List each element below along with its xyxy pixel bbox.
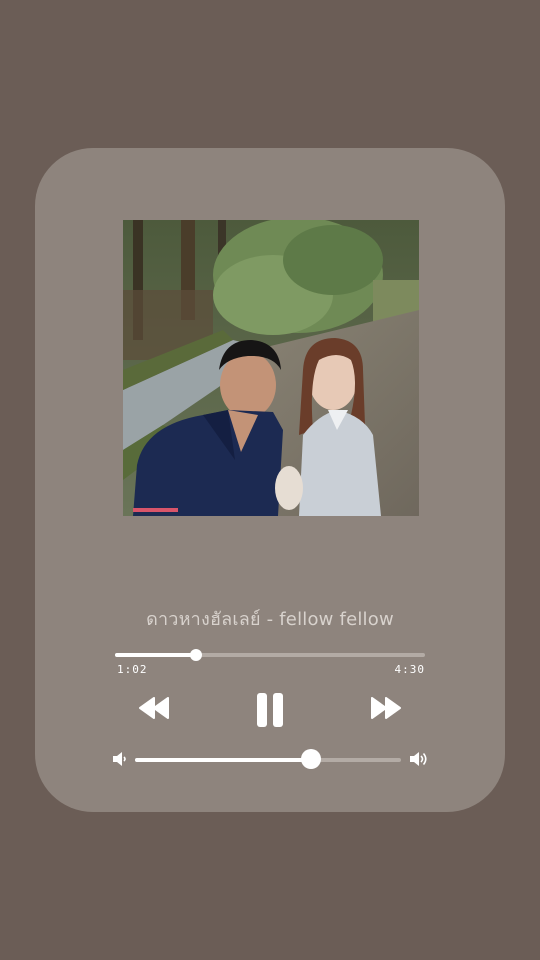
fast-forward-button[interactable] [370, 697, 402, 719]
volume-slider[interactable] [135, 749, 401, 769]
volume-high-icon[interactable] [408, 750, 430, 772]
pause-button[interactable] [256, 692, 284, 728]
music-player-card: ดาวหางฮัลเลย์ - fellow fellow 1:02 4:30 [35, 148, 505, 812]
rewind-icon [139, 697, 169, 719]
song-title: ดาวหางฮัลเลย์ - fellow fellow [146, 609, 394, 630]
fast-forward-icon [371, 697, 401, 719]
album-art-photo [123, 220, 419, 516]
pause-icon [257, 693, 283, 727]
elapsed-time: 1:02 [117, 663, 148, 676]
volume-thumb[interactable] [300, 749, 321, 769]
album-art [123, 220, 419, 516]
total-time: 4:30 [394, 663, 425, 676]
progress-bar[interactable] [115, 649, 425, 661]
progress-fill [115, 653, 197, 657]
volume-fill [135, 758, 311, 762]
progress-thumb[interactable] [190, 649, 203, 661]
volume-low-icon[interactable] [111, 750, 129, 772]
rewind-button[interactable] [138, 697, 170, 719]
